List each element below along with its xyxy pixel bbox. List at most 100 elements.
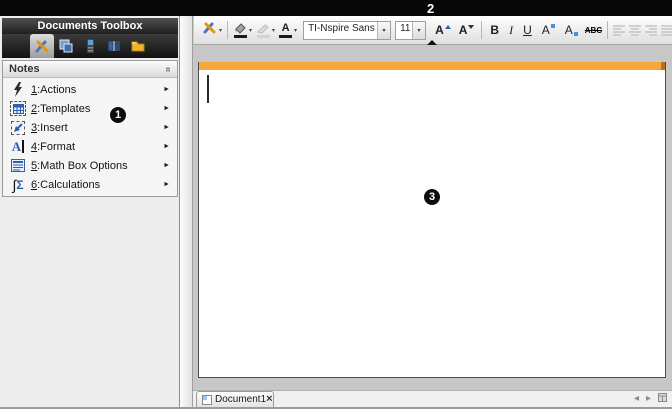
tab-page-sorter[interactable] (54, 34, 78, 58)
menu-item-insert[interactable]: 3:Insert ► (3, 118, 177, 137)
chevron-down-icon: ▾ (249, 27, 252, 34)
chevron-down-icon: ▾ (219, 27, 222, 34)
toolbar-separator (481, 21, 482, 39)
triangle-down-icon (468, 25, 474, 29)
chevron-down-icon: ▾ (294, 27, 297, 34)
callout-3: 3 (424, 189, 440, 205)
submenu-arrow-icon: ► (163, 124, 170, 131)
collapse-panel-icon[interactable]: « (163, 66, 174, 72)
menu-item-label: :Calculations (37, 179, 100, 191)
wrench-screwdriver-icon (202, 20, 217, 40)
submenu-arrow-icon: ► (163, 143, 170, 150)
callout-1: 1 (110, 107, 126, 123)
align-left-button[interactable] (611, 19, 627, 41)
superscript-label: A (542, 23, 550, 37)
format-letter-icon: A (9, 139, 27, 155)
tab-navigation: ◂ ▸ (634, 393, 667, 405)
tab-smartview-emulator[interactable] (78, 34, 102, 58)
show-all-tabs-icon[interactable] (658, 393, 667, 405)
notes-panel-title: Notes (9, 63, 40, 75)
notes-page-header-end (661, 62, 665, 70)
submenu-arrow-icon: ► (163, 162, 170, 169)
subscript-button[interactable]: A (560, 19, 583, 41)
lightning-icon (9, 82, 27, 98)
bold-button[interactable]: B (485, 19, 504, 41)
subscript-square-icon (574, 32, 578, 36)
notes-panel: Notes « 1:Actions ► 2:Templates ► (2, 60, 178, 197)
toolbox-tab-strip (2, 34, 178, 58)
triangle-up-icon (445, 25, 451, 29)
document-icon (202, 395, 212, 405)
insert-arrow-icon (9, 120, 27, 136)
align-right-button[interactable] (643, 19, 659, 41)
increase-font-size-button[interactable]: A (431, 19, 455, 41)
document-tab-bar: Document1 × ◂ ▸ (193, 390, 672, 407)
menu-item-label: :Templates (37, 103, 90, 115)
font-family-value: TI-Nspire Sans (304, 22, 377, 39)
decrease-font-size-button[interactable]: A (455, 19, 479, 41)
wrench-screwdriver-icon (34, 38, 50, 54)
italic-button[interactable]: I (504, 19, 518, 41)
text-cursor (207, 75, 209, 103)
font-family-select[interactable]: TI-Nspire Sans ▾ (303, 21, 391, 40)
menu-item-actions[interactable]: 1:Actions ► (3, 80, 177, 99)
document-tab-label: Document1 (215, 394, 266, 405)
menu-item-math-box-options[interactable]: 5:Math Box Options ► (3, 156, 177, 175)
menu-item-label: :Actions (37, 84, 76, 96)
calculator-icon (82, 38, 98, 54)
tab-document-tools[interactable] (30, 34, 54, 58)
document-tools-button[interactable]: ▾ (200, 19, 224, 41)
text-color-icon: A (279, 23, 292, 38)
increase-font-label: A (435, 23, 444, 37)
document-tab[interactable]: Document1 × (196, 391, 274, 407)
align-justify-button[interactable] (659, 19, 672, 41)
paint-bucket-icon (233, 23, 247, 38)
menu-item-templates[interactable]: 2:Templates ► (3, 99, 177, 118)
menu-item-format[interactable]: A 4:Format ► (3, 137, 177, 156)
submenu-arrow-icon: ► (163, 181, 170, 188)
strikethrough-button[interactable]: ABC (583, 19, 604, 41)
notes-menu: 1:Actions ► 2:Templates ► 3:Inse (3, 78, 177, 194)
tab-utilities[interactable] (102, 34, 126, 58)
decrease-font-label: A (459, 23, 468, 37)
sidebar-splitter[interactable] (180, 16, 193, 407)
prev-tab-icon[interactable]: ◂ (634, 394, 639, 404)
notes-page-header-bar (199, 62, 665, 70)
book-icon (106, 38, 122, 54)
align-center-button[interactable] (627, 19, 643, 41)
close-tab-icon[interactable]: × (266, 394, 272, 405)
highlight-color-button[interactable]: ▾ (254, 19, 277, 41)
fill-color-button[interactable]: ▾ (231, 19, 254, 41)
callout-2: 2 (427, 1, 434, 16)
main-area: ▾ ▾ ▾ A ▾ TI-Nspire Sans ▾ (193, 16, 672, 407)
toolbar-separator (607, 21, 608, 39)
toolbox-title: Documents Toolbox (2, 18, 178, 34)
next-tab-icon[interactable]: ▸ (646, 394, 651, 404)
menu-item-label: :Insert (37, 122, 68, 134)
document-workspace: 3 (193, 45, 672, 390)
notes-panel-header: Notes « (3, 61, 177, 78)
font-size-select[interactable]: 11 ▾ (395, 21, 426, 40)
superscript-button[interactable]: A (537, 19, 560, 41)
menu-item-label: :Math Box Options (37, 160, 128, 172)
folder-icon (130, 38, 146, 54)
chevron-down-icon[interactable]: ▾ (412, 22, 425, 39)
toolbar-separator (227, 21, 228, 39)
submenu-arrow-icon: ► (163, 86, 170, 93)
underline-button[interactable]: U (518, 19, 537, 41)
subscript-label: A (565, 23, 573, 37)
pages-icon (58, 38, 74, 54)
font-size-value: 11 (396, 22, 412, 39)
text-color-button[interactable]: A ▾ (277, 19, 299, 41)
highlighter-icon (256, 23, 270, 38)
top-bar: 2 (0, 0, 672, 16)
superscript-square-icon (551, 24, 555, 28)
chevron-down-icon: ▾ (272, 27, 275, 34)
tab-content-explorer[interactable] (126, 34, 150, 58)
menu-item-label: :Format (37, 141, 75, 153)
notes-page[interactable] (198, 62, 666, 378)
submenu-arrow-icon: ► (163, 105, 170, 112)
chevron-down-icon[interactable]: ▾ (377, 22, 390, 39)
menu-item-calculations[interactable]: ∫Σ 6:Calculations ► (3, 175, 177, 194)
integral-sigma-icon: ∫Σ (9, 177, 27, 193)
